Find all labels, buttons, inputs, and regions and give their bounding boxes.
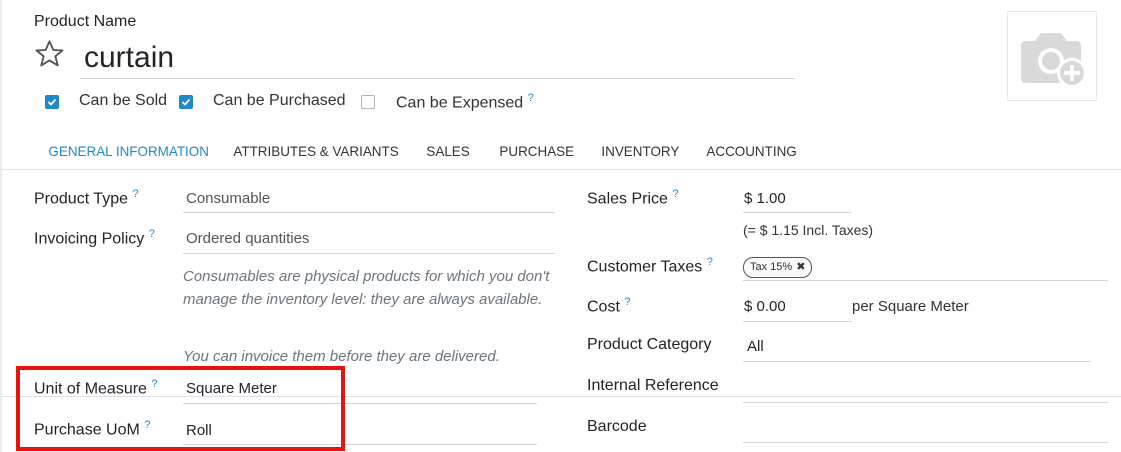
product-name-label: Product Name xyxy=(34,13,137,30)
tab-sales[interactable]: SALES xyxy=(412,132,484,170)
product-type-label: Product Type ? xyxy=(34,188,139,208)
uom-highlight-box xyxy=(16,366,345,451)
help-tooltip-icon[interactable]: ? xyxy=(132,188,138,200)
invoice-help-text: You can invoice them before they are del… xyxy=(183,348,500,365)
tab-inventory[interactable]: INVENTORY xyxy=(587,132,694,170)
cost-unit-text: per Square Meter xyxy=(852,298,969,315)
internal-reference-label: Internal Reference xyxy=(587,377,719,394)
invoicing-policy-label: Invoicing Policy ? xyxy=(34,228,155,248)
product-name-input[interactable] xyxy=(80,38,795,79)
cost-label: Cost ? xyxy=(587,296,631,316)
left-border xyxy=(0,0,2,452)
sales-price-input[interactable]: $ 1.00 xyxy=(744,190,786,207)
tab-purchase[interactable]: PURCHASE xyxy=(485,132,588,170)
tabs-divider xyxy=(2,169,1121,170)
product-category-underline xyxy=(743,361,1090,362)
can-be-expensed-label: Can be Expensed ? xyxy=(396,92,534,112)
customer-taxes-underline xyxy=(743,280,1108,281)
help-tooltip-icon[interactable]: ? xyxy=(528,92,534,104)
tag-remove-icon[interactable]: ✖ xyxy=(796,261,805,273)
barcode-label: Barcode xyxy=(587,418,647,435)
can-be-purchased-label: Can be Purchased xyxy=(213,92,346,109)
barcode-underline xyxy=(743,442,1108,443)
can-be-expensed-checkbox[interactable] xyxy=(361,95,375,109)
can-be-purchased-checkbox[interactable] xyxy=(179,95,193,109)
help-tooltip-icon[interactable]: ? xyxy=(672,188,678,200)
star-icon[interactable] xyxy=(33,38,66,70)
tax-tag[interactable]: Tax 15% ✖ xyxy=(743,257,813,278)
help-tooltip-icon[interactable]: ? xyxy=(624,296,630,308)
tab-accounting[interactable]: ACCOUNTING xyxy=(692,132,811,170)
sales-price-underline xyxy=(743,212,852,213)
check-icon xyxy=(47,98,57,106)
product-category-label: Product Category xyxy=(587,336,712,353)
product-type-underline xyxy=(183,212,555,213)
can-be-sold-label: Can be Sold xyxy=(79,92,168,109)
invoicing-policy-select[interactable]: Ordered quantities xyxy=(186,230,309,247)
tab-general-information[interactable]: GENERAL INFORMATION xyxy=(34,132,223,170)
product-image-upload[interactable] xyxy=(1007,11,1097,101)
sales-price-label: Sales Price ? xyxy=(587,188,679,208)
consumable-help-text: Consumables are physical products for wh… xyxy=(183,268,550,308)
product-type-select[interactable]: Consumable xyxy=(186,190,270,207)
internal-reference-underline xyxy=(743,402,1108,403)
help-tooltip-icon[interactable]: ? xyxy=(707,256,713,268)
can-be-sold-checkbox[interactable] xyxy=(45,95,59,109)
check-icon xyxy=(181,98,191,106)
cost-input[interactable]: $ 0.00 xyxy=(744,298,786,315)
help-tooltip-icon[interactable]: ? xyxy=(149,228,155,240)
camera-plus-icon xyxy=(1021,33,1087,88)
product-category-select[interactable]: All xyxy=(747,338,764,355)
incl-taxes-text: (= $ 1.15 Incl. Taxes) xyxy=(743,222,874,238)
invoicing-policy-underline xyxy=(183,253,555,254)
cost-underline xyxy=(743,321,852,322)
tab-attributes-variants[interactable]: ATTRIBUTES & VARIANTS xyxy=(219,132,413,170)
customer-taxes-label: Customer Taxes ? xyxy=(587,256,713,276)
